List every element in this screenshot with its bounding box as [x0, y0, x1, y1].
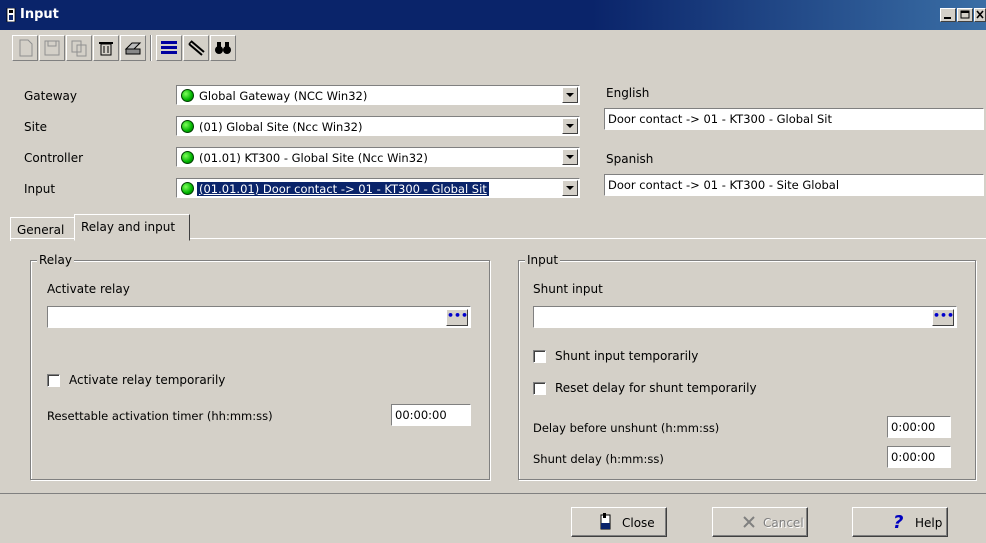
chevron-down-icon[interactable]: [562, 149, 578, 165]
delay-before-unshunt-label: Delay before unshunt (h:mm:ss): [533, 421, 720, 435]
input-legend: Input: [525, 253, 561, 267]
tab-relay-and-input[interactable]: Relay and input: [74, 214, 190, 241]
title-bar[interactable]: Input: [0, 0, 986, 30]
controller-label: Controller: [24, 151, 84, 165]
minimize-icon: [944, 17, 951, 19]
app-icon: [6, 8, 16, 22]
spanish-label: Spanish: [606, 152, 654, 166]
close-icon: [976, 10, 984, 19]
new-icon: [19, 39, 33, 57]
help-button-label: Help: [915, 516, 943, 530]
status-online-icon: [181, 182, 194, 195]
browse-button[interactable]: •••: [446, 309, 468, 326]
activate-relay-temporarily-checkbox[interactable]: [47, 374, 60, 387]
browse-button[interactable]: •••: [932, 309, 954, 326]
shunt-input-label: Shunt input: [533, 282, 603, 296]
spanish-name-field[interactable]: Door contact -> 01 - KT300 - Site Global: [604, 174, 984, 196]
shunt-delay-label: Shunt delay (h:mm:ss): [533, 452, 664, 466]
save-icon: [44, 40, 60, 56]
site-label: Site: [24, 120, 48, 134]
status-online-icon: [181, 89, 194, 102]
new-button[interactable]: [12, 35, 38, 61]
activate-relay-temporarily-label: Activate relay temporarily: [69, 373, 226, 387]
copy-icon: [71, 40, 87, 57]
gateway-label: Gateway: [24, 89, 78, 103]
input-label: Input: [24, 182, 56, 196]
print-icon: [124, 42, 142, 55]
delete-button[interactable]: [93, 35, 119, 61]
toolbar: [6, 31, 986, 65]
status-online-icon: [181, 151, 194, 164]
cancel-button-label: Cancel: [763, 516, 804, 530]
gateway-select[interactable]: Global Gateway (NCC Win32): [176, 85, 580, 105]
shunt-input-temporarily-checkbox[interactable]: [533, 350, 546, 363]
shunt-input-field[interactable]: •••: [533, 306, 957, 328]
toolbar-separator: [150, 35, 152, 61]
controller-select[interactable]: (01.01) KT300 - Global Site (Ncc Win32): [176, 147, 580, 167]
gateway-value: Global Gateway (NCC Win32): [199, 89, 368, 103]
shunt-delay-field[interactable]: 0:00:00: [887, 446, 951, 468]
english-label: English: [606, 86, 650, 100]
input-group: Input Shunt input ••• Shunt input tempor…: [518, 253, 976, 480]
site-value: (01) Global Site (Ncc Win32): [199, 120, 363, 134]
chevron-down-icon[interactable]: [562, 118, 578, 134]
maximize-button[interactable]: [957, 8, 973, 22]
tab-page-relay-and-input: Relay Activate relay ••• Activate relay …: [10, 238, 986, 490]
link-icon: [188, 40, 205, 56]
activate-relay-field[interactable]: •••: [47, 306, 471, 328]
window-title: Input: [20, 7, 59, 22]
delete-icon: [99, 42, 113, 56]
site-select[interactable]: (01) Global Site (Ncc Win32): [176, 116, 580, 136]
delay-before-unshunt-field[interactable]: 0:00:00: [887, 416, 951, 438]
input-value: (01.01.01) Door contact -> 01 - KT300 - …: [197, 182, 489, 196]
status-online-icon: [181, 120, 194, 133]
save-button[interactable]: [39, 35, 65, 61]
close-window-button[interactable]: [974, 8, 986, 22]
input-window: Input Gateway Global Gateway (NCC Win32)…: [0, 0, 986, 543]
button-bar: Close Cancel ? Help: [0, 493, 986, 543]
cancel-icon: [743, 516, 755, 528]
list-icon: [161, 41, 177, 54]
help-button[interactable]: ? Help: [852, 507, 948, 537]
relay-group: Relay Activate relay ••• Activate relay …: [30, 253, 490, 480]
copy-button[interactable]: [66, 35, 92, 61]
reset-delay-label: Reset delay for shunt temporarily: [555, 381, 757, 395]
chevron-down-icon[interactable]: [562, 87, 578, 103]
activation-timer-label: Resettable activation timer (hh:mm:ss): [47, 409, 273, 423]
maximize-icon: [960, 10, 970, 19]
reset-delay-checkbox[interactable]: [533, 382, 546, 395]
exit-door-icon: [600, 513, 611, 530]
minimize-button[interactable]: [940, 8, 956, 22]
list-button[interactable]: [156, 35, 182, 61]
chevron-down-icon[interactable]: [562, 180, 578, 196]
cancel-button[interactable]: Cancel: [712, 507, 808, 537]
input-select[interactable]: (01.01.01) Door contact -> 01 - KT300 - …: [176, 178, 580, 198]
relay-legend: Relay: [37, 253, 74, 267]
selector-panel: Gateway Global Gateway (NCC Win32) Site …: [12, 72, 590, 210]
find-button[interactable]: [210, 35, 236, 61]
print-button[interactable]: [120, 35, 146, 61]
english-name-field[interactable]: Door contact -> 01 - KT300 - Global Sit: [604, 108, 984, 130]
activation-timer-field[interactable]: 00:00:00: [391, 404, 471, 426]
binoculars-icon: [215, 42, 231, 54]
controller-value: (01.01) KT300 - Global Site (Ncc Win32): [199, 151, 428, 165]
link-button[interactable]: [183, 35, 209, 61]
names-panel: English Door contact -> 01 - KT300 - Glo…: [596, 72, 986, 210]
activate-relay-label: Activate relay: [47, 282, 130, 296]
shunt-input-temporarily-label: Shunt input temporarily: [555, 349, 699, 363]
close-button[interactable]: Close: [571, 507, 667, 537]
help-icon: ?: [893, 512, 904, 533]
close-button-label: Close: [622, 516, 655, 530]
